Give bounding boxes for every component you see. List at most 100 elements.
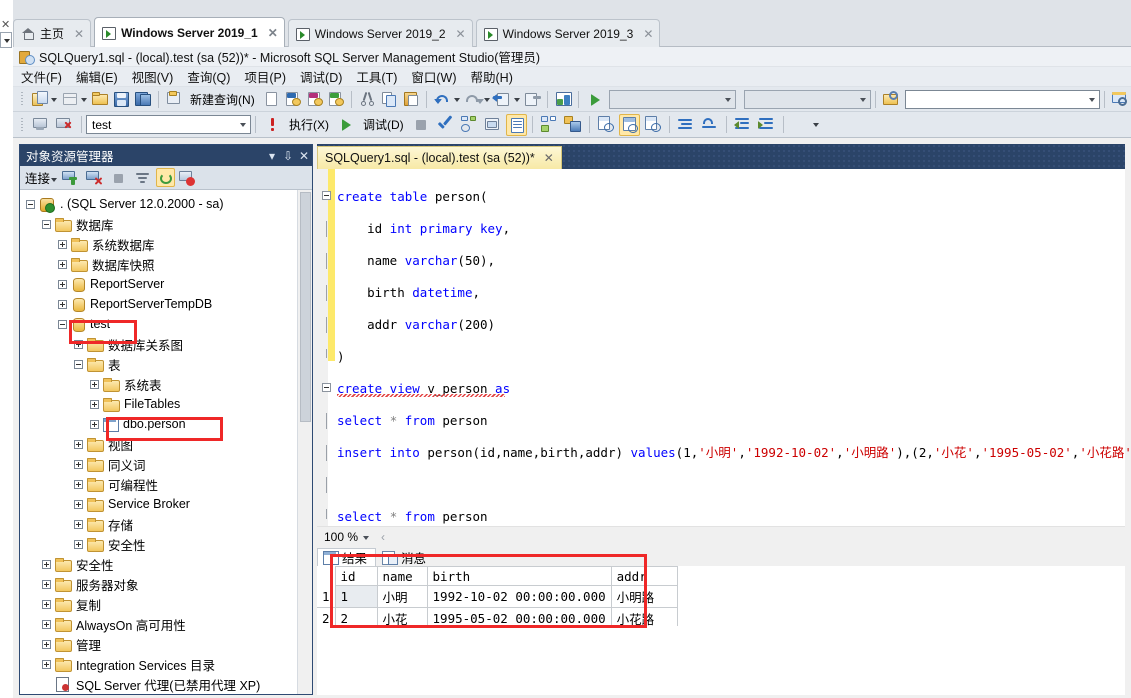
rdp-tab-close-icon[interactable]: ✕ [456,27,466,41]
undo-icon[interactable] [432,89,452,110]
comment-lines-icon[interactable] [675,114,697,135]
rdp-tab-2[interactable]: Windows Server 2019_1 ✕ [94,17,285,47]
close-icon[interactable]: ✕ [296,149,312,163]
tree-node[interactable]: test [20,314,312,334]
tree-node[interactable]: 数据库快照 [20,254,312,274]
uncomment-lines-icon[interactable] [699,114,721,135]
expand-icon[interactable] [74,459,83,469]
connect-dropdown-arrow[interactable] [50,169,59,186]
results-to-grid-icon[interactable] [618,113,640,136]
expand-icon[interactable] [58,239,67,249]
debug-play-icon[interactable] [335,114,357,135]
expand-icon[interactable] [74,339,83,349]
results-to-file-icon[interactable] [538,114,560,135]
rdp-tab-close-icon[interactable]: ✕ [74,27,84,41]
tree-node[interactable]: AlwaysOn 高可用性 [20,614,312,634]
navigate-backward-icon[interactable] [491,89,512,110]
expand-icon[interactable] [74,519,83,529]
results-to-text-icon[interactable] [505,113,527,136]
expand-icon[interactable] [74,539,83,549]
find-in-files-icon[interactable] [1110,89,1130,110]
collapse-icon[interactable] [74,359,83,369]
table-row[interactable]: 1 1 小明 1992-10-02 00:00:00.000 小明路 [317,585,678,608]
oe-error-icon[interactable] [177,168,199,187]
fold-box-icon[interactable] [322,383,331,392]
new-mdx-query-icon[interactable] [283,89,303,110]
cell-addr[interactable]: 小明路 [610,585,678,608]
tree-node[interactable]: 数据库 [20,214,312,234]
navigate-forward-icon[interactable] [522,89,542,110]
menu-item-3[interactable]: 视图(V) [132,67,174,86]
database-combo[interactable]: test [86,115,251,134]
oe-connect-icon[interactable] [60,168,82,187]
tree-node[interactable]: 可编程性 [20,474,312,494]
toolbar-grip[interactable] [20,91,25,107]
tree-node[interactable]: 存储 [20,514,312,534]
editor-tab-sqlquery1[interactable]: SQLQuery1.sql - (local).test (sa (52))* … [317,146,562,169]
copy-icon[interactable] [379,89,399,110]
new-query-blank-icon[interactable] [261,89,281,110]
expand-icon[interactable] [58,279,67,289]
cell-id[interactable]: 1 [334,585,378,608]
rdp-dropdown-button[interactable] [0,32,12,48]
navigate-backward-dropdown-arrow[interactable] [513,89,521,110]
display-estimated-plan-icon[interactable] [458,114,480,135]
object-explorer-scrollbar[interactable] [297,190,312,694]
tree-node[interactable]: Service Broker [20,494,312,514]
tree-node[interactable]: ReportServer [20,274,312,294]
undo-dropdown-arrow[interactable] [453,89,461,110]
connect-menu-label[interactable]: 连接 [25,168,50,187]
menu-item-1[interactable]: 文件(F) [21,67,62,86]
open-file-icon[interactable] [90,89,110,110]
expand-icon[interactable] [90,379,99,389]
collapse-icon[interactable] [26,199,35,209]
oe-refresh-icon[interactable] [156,168,176,187]
editor-tab-close-icon[interactable]: ✕ [544,151,554,165]
row-number[interactable]: 1 [317,585,336,608]
tree-node[interactable]: 视图 [20,434,312,454]
collapse-icon[interactable] [42,219,51,229]
open-folder-find-icon[interactable] [881,89,901,110]
column-header-name[interactable]: name [376,566,428,586]
connect-icon[interactable] [30,114,52,135]
new-project-icon[interactable] [29,89,49,110]
expand-icon[interactable] [42,559,51,569]
redo-icon[interactable] [462,89,484,110]
save-all-icon[interactable] [133,89,153,110]
tree-node[interactable]: SQL Server 代理(已禁用代理 XP) [20,674,312,694]
expand-icon[interactable] [74,439,83,449]
rdp-tab-3[interactable]: Windows Server 2019_2 ✕ [287,19,473,47]
tree-node[interactable]: 系统表 [20,374,312,394]
sql-code[interactable]: create table person( id int primary key,… [322,173,1131,526]
tree-node[interactable]: Integration Services 目录 [20,654,312,674]
new-dmx-query-icon[interactable] [305,89,325,110]
tree-node[interactable]: 同义词 [20,454,312,474]
tree-node[interactable]: 安全性 [20,554,312,574]
column-header-addr[interactable]: addr [610,566,678,586]
object-explorer-tree[interactable]: . (SQL Server 12.0.2000 - sa) 数据库 系统数据库 数据库… [20,190,312,694]
include-actual-plan-icon[interactable] [562,114,584,135]
expand-icon[interactable] [90,399,99,409]
toolbar-combo-1[interactable] [608,89,736,109]
expand-icon[interactable] [42,599,51,609]
zoom-combo[interactable]: 100 % [320,528,375,546]
stop-icon[interactable] [410,114,432,135]
scrollbar-thumb[interactable] [300,192,311,422]
expand-icon[interactable] [42,579,51,589]
tree-node[interactable]: 管理 [20,634,312,654]
results-tab-1[interactable]: 结果 [317,548,377,567]
expand-icon[interactable] [74,479,83,489]
scroll-left-icon[interactable]: ‹ [381,530,385,544]
tree-node[interactable]: FileTables [20,394,312,414]
menu-item-8[interactable]: 窗口(W) [411,67,456,86]
oe-filter-icon[interactable] [132,168,154,187]
cell-birth[interactable]: 1992-10-02 00:00:00.000 [426,585,612,608]
add-item-icon[interactable] [59,89,79,110]
tree-node[interactable]: 安全性 [20,534,312,554]
rdp-tab-close-icon[interactable]: ✕ [643,27,653,41]
tree-node[interactable]: 服务器对象 [20,574,312,594]
rdp-close-icon[interactable]: ✕ [1,18,10,31]
toolbar-grip-2[interactable] [20,117,26,133]
tree-node[interactable]: ReportServerTempDB [20,294,312,314]
pin-icon[interactable]: ⇩ [280,149,296,163]
